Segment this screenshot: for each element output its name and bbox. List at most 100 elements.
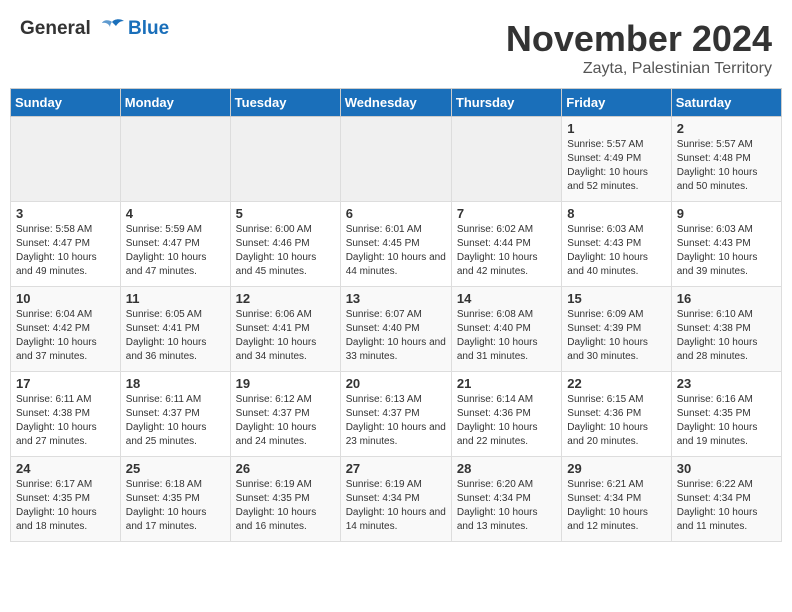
cell-info: Sunrise: 6:19 AMSunset: 4:35 PMDaylight:… [236,478,335,534]
calendar-cell: 18 Sunrise: 6:11 AMSunset: 4:37 PMDayligh… [120,372,230,457]
cell-info: Sunrise: 6:08 AMSunset: 4:40 PMDaylight:… [457,308,556,364]
calendar-cell: 20 Sunrise: 6:13 AMSunset: 4:37 PMDayligh… [340,372,451,457]
calendar-cell: 23Sunrise: 6:16 AMSunset: 4:35 PMDayligh… [671,372,781,457]
cell-info: Sunrise: 6:09 AMSunset: 4:39 PMDaylight:… [567,308,665,364]
day-number: 13 [346,291,446,306]
calendar-cell [120,117,230,202]
day-number: 5 [236,206,335,221]
calendar-cell [230,117,340,202]
calendar-cell: 15 Sunrise: 6:09 AMSunset: 4:39 PMDayligh… [562,287,671,372]
day-number: 2 [677,121,776,136]
day-number: 12 [236,291,335,306]
day-number: 6 [346,206,446,221]
day-number: 19 [236,376,335,391]
header: General Blue November 2024 Zayta, Palest… [0,0,792,88]
cell-info: Sunrise: 6:17 AMSunset: 4:35 PMDaylight:… [16,478,115,534]
day-number: 30 [677,461,776,476]
day-number: 10 [16,291,115,306]
calendar-cell: 4 Sunrise: 5:59 AMSunset: 4:47 PMDaylight… [120,202,230,287]
cell-info: Sunrise: 6:11 AMSunset: 4:37 PMDaylight:… [126,393,225,449]
cell-info: Sunrise: 6:01 AMSunset: 4:45 PMDaylight:… [346,223,446,279]
day-number: 7 [457,206,556,221]
day-number: 11 [126,291,225,306]
calendar-cell: 8Sunrise: 6:03 AMSunset: 4:43 PMDaylight… [562,202,671,287]
calendar-cell: 14 Sunrise: 6:08 AMSunset: 4:40 PMDayligh… [451,287,561,372]
title-block: November 2024 Zayta, Palestinian Territo… [506,18,772,78]
cell-info: Sunrise: 6:03 AMSunset: 4:43 PMDaylight:… [567,223,665,279]
day-number: 28 [457,461,556,476]
day-number: 27 [346,461,446,476]
day-of-week-header: Thursday [451,89,561,117]
calendar-cell: 10 Sunrise: 6:04 AMSunset: 4:42 PMDayligh… [11,287,121,372]
cell-info: Sunrise: 6:06 AMSunset: 4:41 PMDaylight:… [236,308,335,364]
cell-info: Sunrise: 6:12 AMSunset: 4:37 PMDaylight:… [236,393,335,449]
day-number: 20 [346,376,446,391]
calendar-cell: 3 Sunrise: 5:58 AMSunset: 4:47 PMDaylight… [11,202,121,287]
calendar-header: SundayMondayTuesdayWednesdayThursdayFrid… [11,89,782,117]
cell-info: Sunrise: 6:03 AMSunset: 4:43 PMDaylight:… [677,223,776,279]
calendar-cell: 13 Sunrise: 6:07 AMSunset: 4:40 PMDayligh… [340,287,451,372]
day-of-week-header: Sunday [11,89,121,117]
cell-info: Sunrise: 5:59 AMSunset: 4:47 PMDaylight:… [126,223,225,279]
cell-info: Sunrise: 6:15 AMSunset: 4:36 PMDaylight:… [567,393,665,449]
calendar-cell: 16Sunrise: 6:10 AMSunset: 4:38 PMDayligh… [671,287,781,372]
logo: General Blue [20,18,169,40]
calendar-cell: 11 Sunrise: 6:05 AMSunset: 4:41 PMDayligh… [120,287,230,372]
logo-general: General [20,18,91,39]
calendar-cell: 21 Sunrise: 6:14 AMSunset: 4:36 PMDayligh… [451,372,561,457]
day-number: 18 [126,376,225,391]
day-number: 17 [16,376,115,391]
day-number: 3 [16,206,115,221]
day-number: 1 [567,121,665,136]
calendar-cell: 12 Sunrise: 6:06 AMSunset: 4:41 PMDayligh… [230,287,340,372]
cell-info: Sunrise: 6:20 AMSunset: 4:34 PMDaylight:… [457,478,556,534]
calendar-table: SundayMondayTuesdayWednesdayThursdayFrid… [10,88,782,542]
calendar-cell: 9 Sunrise: 6:03 AMSunset: 4:43 PMDaylight… [671,202,781,287]
calendar-cell: 7 Sunrise: 6:02 AMSunset: 4:44 PMDaylight… [451,202,561,287]
day-of-week-header: Tuesday [230,89,340,117]
logo-blue: Blue [128,18,169,40]
day-of-week-header: Friday [562,89,671,117]
calendar-cell: 17 Sunrise: 6:11 AMSunset: 4:38 PMDayligh… [11,372,121,457]
calendar-cell: 1 Sunrise: 5:57 AMSunset: 4:49 PMDaylight… [562,117,671,202]
day-number: 16 [677,291,776,306]
cell-info: Sunrise: 5:58 AMSunset: 4:47 PMDaylight:… [16,223,115,279]
calendar-cell: 28 Sunrise: 6:20 AMSunset: 4:34 PMDayligh… [451,457,561,542]
calendar-cell: 27Sunrise: 6:19 AMSunset: 4:34 PMDayligh… [340,457,451,542]
cell-info: Sunrise: 6:02 AMSunset: 4:44 PMDaylight:… [457,223,556,279]
calendar-cell: 30Sunrise: 6:22 AMSunset: 4:34 PMDayligh… [671,457,781,542]
calendar-container: SundayMondayTuesdayWednesdayThursdayFrid… [0,88,792,552]
day-number: 4 [126,206,225,221]
calendar-cell: 5 Sunrise: 6:00 AMSunset: 4:46 PMDaylight… [230,202,340,287]
cell-info: Sunrise: 6:05 AMSunset: 4:41 PMDaylight:… [126,308,225,364]
cell-info: Sunrise: 5:57 AMSunset: 4:48 PMDaylight:… [677,138,776,194]
cell-info: Sunrise: 6:07 AMSunset: 4:40 PMDaylight:… [346,308,446,364]
cell-info: Sunrise: 6:18 AMSunset: 4:35 PMDaylight:… [126,478,225,534]
location-subtitle: Zayta, Palestinian Territory [506,60,772,78]
calendar-cell: 19 Sunrise: 6:12 AMSunset: 4:37 PMDayligh… [230,372,340,457]
cell-info: Sunrise: 6:14 AMSunset: 4:36 PMDaylight:… [457,393,556,449]
day-number: 25 [126,461,225,476]
day-of-week-header: Monday [120,89,230,117]
calendar-cell: 22Sunrise: 6:15 AMSunset: 4:36 PMDayligh… [562,372,671,457]
day-number: 14 [457,291,556,306]
cell-info: Sunrise: 6:21 AMSunset: 4:34 PMDaylight:… [567,478,665,534]
day-number: 9 [677,206,776,221]
cell-info: Sunrise: 6:11 AMSunset: 4:38 PMDaylight:… [16,393,115,449]
day-number: 21 [457,376,556,391]
cell-info: Sunrise: 6:13 AMSunset: 4:37 PMDaylight:… [346,393,446,449]
calendar-cell: 6 Sunrise: 6:01 AMSunset: 4:45 PMDaylight… [340,202,451,287]
calendar-cell: 25 Sunrise: 6:18 AMSunset: 4:35 PMDayligh… [120,457,230,542]
cell-info: Sunrise: 6:00 AMSunset: 4:46 PMDaylight:… [236,223,335,279]
calendar-cell [11,117,121,202]
day-of-week-header: Saturday [671,89,781,117]
logo-bird-icon [98,18,126,40]
calendar-cell: 2 Sunrise: 5:57 AMSunset: 4:48 PMDaylight… [671,117,781,202]
day-number: 23 [677,376,776,391]
day-number: 15 [567,291,665,306]
cell-info: Sunrise: 6:04 AMSunset: 4:42 PMDaylight:… [16,308,115,364]
calendar-cell [340,117,451,202]
cell-info: Sunrise: 5:57 AMSunset: 4:49 PMDaylight:… [567,138,665,194]
day-number: 24 [16,461,115,476]
calendar-cell: 29Sunrise: 6:21 AMSunset: 4:34 PMDayligh… [562,457,671,542]
